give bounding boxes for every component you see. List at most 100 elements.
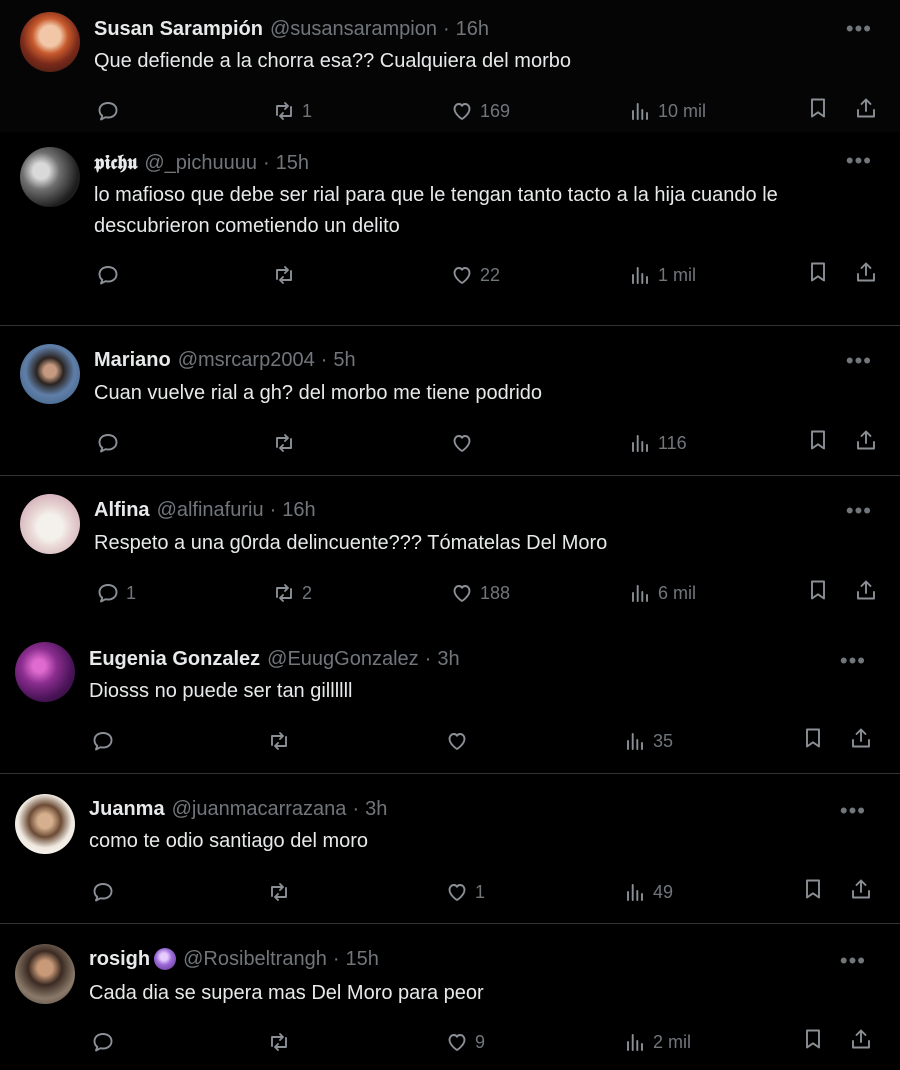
views-button[interactable]: 1 mil [628,260,696,290]
retweet-button[interactable] [272,428,302,458]
retweet-icon [267,880,291,904]
tweet[interactable]: Alfina @alfinafuriu · 16h ••• Respeto a … [0,476,900,626]
timestamp[interactable]: 3h [365,798,387,821]
more-options-icon[interactable]: ••• [846,150,872,172]
avatar[interactable] [20,147,80,207]
retweet-button[interactable] [272,260,302,290]
bookmark-button[interactable] [801,1027,825,1056]
user-handle[interactable]: @juanmacarrazana [172,798,347,821]
share-button[interactable] [849,877,873,906]
display-name[interactable]: 𝖕𝖎𝖈𝖍𝖚 [94,152,137,175]
display-name[interactable]: Juanma [89,798,165,821]
reply-button[interactable] [91,726,121,756]
user-handle[interactable]: @_pichuuuu [144,152,257,175]
more-options-icon[interactable]: ••• [840,650,866,672]
timestamp[interactable]: 16h [456,18,489,41]
reply-icon [96,581,120,605]
tweet-text: Que defiende a la chorra esa?? Cualquier… [94,50,571,72]
timestamp[interactable]: 3h [437,648,459,671]
timestamp[interactable]: 15h [346,948,379,971]
bookmark-button[interactable] [801,877,825,906]
bookmark-button[interactable] [806,578,830,607]
user-handle[interactable]: @Rosibeltrangh [183,948,327,971]
views-button[interactable]: 10 mil [628,96,706,126]
display-name[interactable]: Susan Sarampión [94,18,263,41]
tweet[interactable]: 𝖕𝖎𝖈𝖍𝖚 @_pichuuuu · 15h ••• lo mafioso qu… [0,132,900,326]
views-button[interactable]: 49 [623,877,673,907]
like-button[interactable] [450,428,480,458]
user-handle[interactable]: @alfinafuriu [157,499,264,522]
views-button[interactable]: 2 mil [623,1027,691,1057]
reply-button[interactable] [91,1027,121,1057]
reply-button[interactable] [96,260,126,290]
reply-button[interactable] [91,877,121,907]
avatar[interactable] [15,642,75,702]
like-button[interactable]: 188 [450,578,510,608]
share-button[interactable] [854,260,878,289]
more-options-icon[interactable]: ••• [840,950,866,972]
more-options-icon[interactable]: ••• [846,18,872,40]
user-handle[interactable]: @susansarampion [270,18,437,41]
avatar[interactable] [20,344,80,404]
display-name[interactable]: Eugenia Gonzalez [89,648,260,671]
retweet-button[interactable] [267,1027,297,1057]
bookmark-button[interactable] [806,260,830,289]
display-name[interactable]: Mariano [94,349,171,372]
bookmark-button[interactable] [806,96,830,125]
bookmark-button[interactable] [806,428,830,457]
share-button[interactable] [854,578,878,607]
avatar[interactable] [15,794,75,854]
share-button[interactable] [854,96,878,125]
timestamp[interactable]: 5h [333,349,355,372]
views-button[interactable]: 6 mil [628,578,696,608]
more-options-icon[interactable]: ••• [846,500,872,522]
retweet-button[interactable] [267,877,297,907]
display-name[interactable]: rosigh [89,948,150,971]
tweet[interactable]: Mariano @msrcarp2004 · 5h ••• Cuan vuelv… [0,326,900,476]
bookmark-button[interactable] [801,726,825,755]
heart-icon [445,1030,469,1054]
user-handle[interactable]: @msrcarp2004 [178,349,315,372]
views-icon [628,263,652,287]
share-button[interactable] [854,428,878,457]
retweet-button[interactable] [267,726,297,756]
share-button[interactable] [849,726,873,755]
like-button[interactable]: 1 [445,877,485,907]
reply-button[interactable] [96,428,126,458]
views-count: 116 [658,432,687,453]
avatar[interactable] [15,944,75,1004]
share-icon [849,879,873,905]
more-options-icon[interactable]: ••• [840,800,866,822]
heart-icon [450,263,474,287]
user-handle[interactable]: @EuugGonzalez [267,648,419,671]
views-button[interactable]: 35 [623,726,673,756]
reply-button[interactable]: 1 [96,578,136,608]
tweet-text: Respeto a una g0rda delincuente??? Tómat… [94,532,608,554]
display-name[interactable]: Alfina [94,499,150,522]
like-button[interactable]: 169 [450,96,510,126]
tweet[interactable]: rosigh @Rosibeltrangh · 15h ••• Cada dia… [0,924,900,1070]
separator: · [262,151,270,174]
tweet[interactable]: Eugenia Gonzalez @EuugGonzalez · 3h ••• … [0,626,900,774]
tweet[interactable]: Susan Sarampión @susansarampion · 16h ••… [0,0,900,132]
like-button[interactable]: 22 [450,260,500,290]
views-count: 6 mil [658,582,697,603]
avatar[interactable] [20,494,80,554]
retweet-button[interactable]: 2 [272,578,312,608]
views-button[interactable]: 116 [628,428,687,458]
bookmark-icon [806,262,830,288]
reply-icon [91,880,115,904]
like-button[interactable]: 9 [445,1027,485,1057]
share-button[interactable] [849,1027,873,1056]
retweet-icon [267,729,291,753]
timestamp[interactable]: 15h [276,152,309,175]
timestamp[interactable]: 16h [282,499,315,522]
retweet-count: 2 [302,582,313,603]
like-button[interactable] [445,726,475,756]
avatar[interactable] [20,12,80,72]
retweet-button[interactable]: 1 [272,96,312,126]
more-options-icon[interactable]: ••• [846,350,872,372]
retweet-icon [272,99,296,123]
reply-button[interactable] [96,96,126,126]
tweet[interactable]: Juanma @juanmacarrazana · 3h ••• como te… [0,774,900,924]
